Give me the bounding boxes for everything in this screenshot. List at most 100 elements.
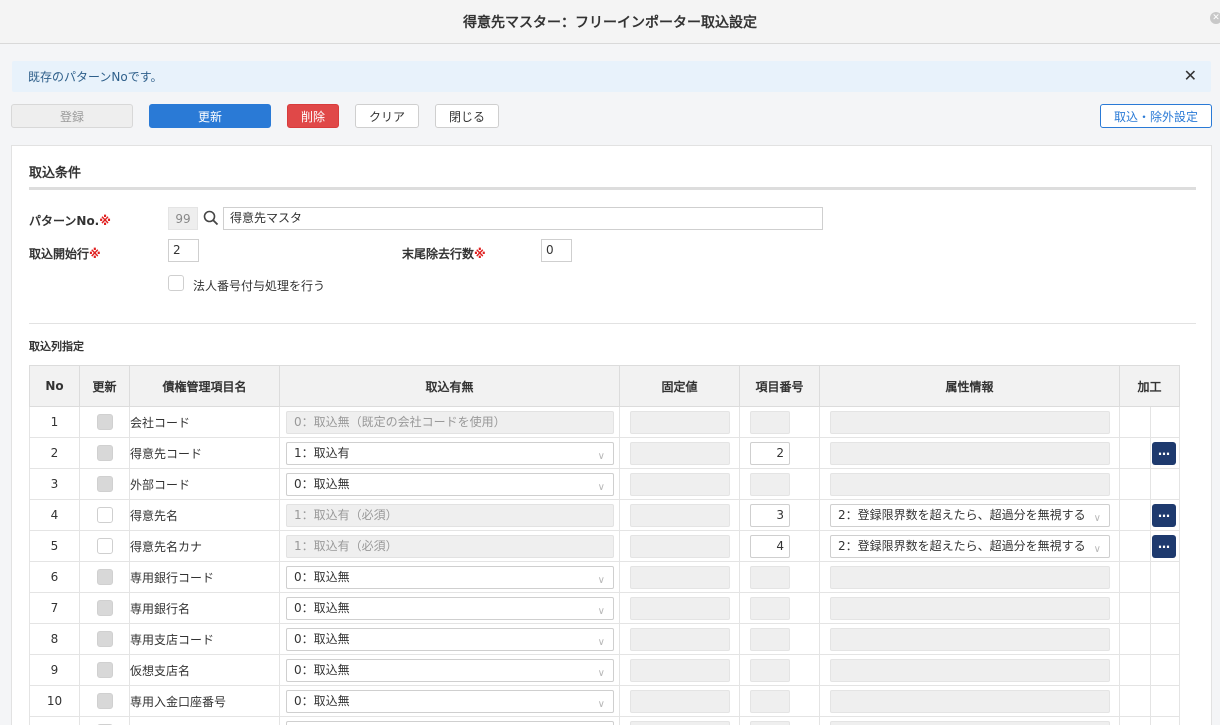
update-button[interactable]: 更新 xyxy=(149,104,271,128)
row-item-name: 得意先コード xyxy=(129,437,280,469)
cell-divider xyxy=(1150,407,1151,437)
row-import-cell: 0：取込無 ∨ xyxy=(279,592,620,624)
item-number-input[interactable]: 3 xyxy=(750,503,790,527)
chevron-down-icon: ∨ xyxy=(597,605,605,617)
clear-button[interactable]: クリア xyxy=(355,104,419,128)
ellipsis-icon[interactable]: … xyxy=(1152,534,1176,558)
item-number-input xyxy=(750,627,790,651)
window-close-icon[interactable]: ✕ xyxy=(1210,12,1220,24)
close-button[interactable]: 閉じる xyxy=(435,104,499,128)
trailing-rows-input[interactable]: 0 xyxy=(541,239,572,262)
item-number-input xyxy=(750,565,790,589)
row-import-cell xyxy=(279,716,620,725)
item-number-input[interactable]: 4 xyxy=(750,534,790,558)
row-import-cell: 0：取込無（既定の会社コードを使用） xyxy=(279,406,620,438)
row-processing-cell xyxy=(1119,406,1180,438)
row-fixed-cell xyxy=(619,530,740,562)
import-select[interactable]: 0：取込無 ∨ xyxy=(286,565,614,589)
update-checkbox[interactable] xyxy=(96,507,113,523)
required-mark: ※ xyxy=(99,214,111,228)
row-fixed-cell xyxy=(619,654,740,686)
row-fixed-cell xyxy=(619,406,740,438)
update-checkbox xyxy=(96,569,113,585)
import-select[interactable]: 0：取込無 ∨ xyxy=(286,689,614,713)
columns-section-title: 取込列指定 xyxy=(29,340,84,353)
import-select: 1：取込有（必須） xyxy=(286,534,614,558)
row-attribute-cell xyxy=(819,406,1120,438)
table-row: 1 会社コード 0：取込無（既定の会社コードを使用） xyxy=(29,406,1180,438)
row-fixed-cell xyxy=(619,561,740,593)
table-row: 7 専用銀行名 0：取込無 ∨ xyxy=(29,592,1180,624)
search-icon[interactable] xyxy=(203,210,219,226)
fixed-value-field xyxy=(630,565,730,589)
header-no: No xyxy=(29,365,80,407)
attribute-select xyxy=(830,441,1110,465)
import-select[interactable]: 1：取込有 ∨ xyxy=(286,441,614,465)
row-attribute-cell xyxy=(819,437,1120,469)
row-item-number-cell xyxy=(739,623,820,655)
item-number-input xyxy=(750,410,790,434)
item-number-input[interactable]: 2 xyxy=(750,441,790,465)
import-settings-button[interactable]: 取込・除外設定 xyxy=(1100,104,1212,128)
attribute-select xyxy=(830,596,1110,620)
row-import-cell: 1：取込有（必須） xyxy=(279,530,620,562)
cell-divider xyxy=(1150,624,1151,654)
attribute-select xyxy=(830,565,1110,589)
attribute-select[interactable]: 2：登録限界数を超えたら、超過分を無視する ∨ xyxy=(830,503,1110,527)
row-item-number-cell xyxy=(739,468,820,500)
row-update-cell xyxy=(79,561,130,593)
ellipsis-icon[interactable]: … xyxy=(1152,441,1176,465)
table-row: 8 専用支店コード 0：取込無 ∨ xyxy=(29,623,1180,655)
table-row: 9 仮想支店名 0：取込無 ∨ xyxy=(29,654,1180,686)
import-select[interactable]: 0：取込無 ∨ xyxy=(286,596,614,620)
fixed-value-field xyxy=(630,534,730,558)
required-mark: ※ xyxy=(89,247,101,261)
start-row-label: 取込開始行※ xyxy=(29,245,101,262)
delete-button[interactable]: 削除 xyxy=(287,104,339,128)
row-attribute-cell xyxy=(819,716,1120,725)
import-select[interactable]: 0：取込無 ∨ xyxy=(286,658,614,682)
import-select-value: 0：取込無（既定の会社コードを使用） xyxy=(294,414,506,429)
row-item-number-cell xyxy=(739,561,820,593)
conditions-title: 取込条件 xyxy=(29,166,82,181)
corp-number-checkbox[interactable] xyxy=(168,275,184,291)
required-mark: ※ xyxy=(474,247,486,261)
cell-divider xyxy=(1150,593,1151,623)
row-fixed-cell xyxy=(619,499,740,531)
pattern-name-input[interactable]: 得意先マスタ xyxy=(223,207,823,230)
import-select[interactable]: 0：取込無 ∨ xyxy=(286,627,614,651)
import-select-value: 0：取込無 xyxy=(294,569,350,584)
row-item-name: 得意先名カナ xyxy=(129,530,280,562)
item-number-input xyxy=(750,720,790,725)
attribute-select[interactable]: 2：登録限界数を超えたら、超過分を無視する ∨ xyxy=(830,534,1110,558)
import-select-value: 1：取込有（必須） xyxy=(294,507,398,522)
row-fixed-cell xyxy=(619,716,740,725)
attribute-select xyxy=(830,720,1110,725)
row-attribute-cell: 2：登録限界数を超えたら、超過分を無視する ∨ xyxy=(819,530,1120,562)
row-item-name: 外部コード xyxy=(129,468,280,500)
start-row-input[interactable]: 2 xyxy=(168,239,199,262)
update-checkbox xyxy=(96,631,113,647)
row-processing-cell: … xyxy=(1119,530,1180,562)
import-select[interactable]: 0：取込無 ∨ xyxy=(286,472,614,496)
notice-close-icon[interactable]: ✕ xyxy=(1184,67,1197,85)
import-select-value: 0：取込無 xyxy=(294,631,350,646)
ellipsis-icon[interactable]: … xyxy=(1152,503,1176,527)
fixed-value-field xyxy=(630,472,730,496)
attribute-select-value: 2：登録限界数を超えたら、超過分を無視する xyxy=(838,538,1086,553)
cell-divider xyxy=(1150,438,1151,468)
cell-divider xyxy=(1150,717,1151,725)
fixed-value-field xyxy=(630,658,730,682)
update-checkbox[interactable] xyxy=(96,538,113,554)
import-select[interactable] xyxy=(286,720,614,725)
row-item-number-cell: 4 xyxy=(739,530,820,562)
fixed-value-field xyxy=(630,627,730,651)
import-select-value: 1：取込有（必須） xyxy=(294,538,398,553)
register-button[interactable]: 登録 xyxy=(11,104,133,128)
row-fixed-cell xyxy=(619,437,740,469)
window-title: 得意先マスター：フリーインポーター取込設定 xyxy=(463,14,757,31)
fixed-value-field xyxy=(630,503,730,527)
notice-message: 既存のパターンNoです。 xyxy=(28,70,163,84)
pattern-no-field: 99 xyxy=(168,207,198,230)
fixed-value-field xyxy=(630,441,730,465)
